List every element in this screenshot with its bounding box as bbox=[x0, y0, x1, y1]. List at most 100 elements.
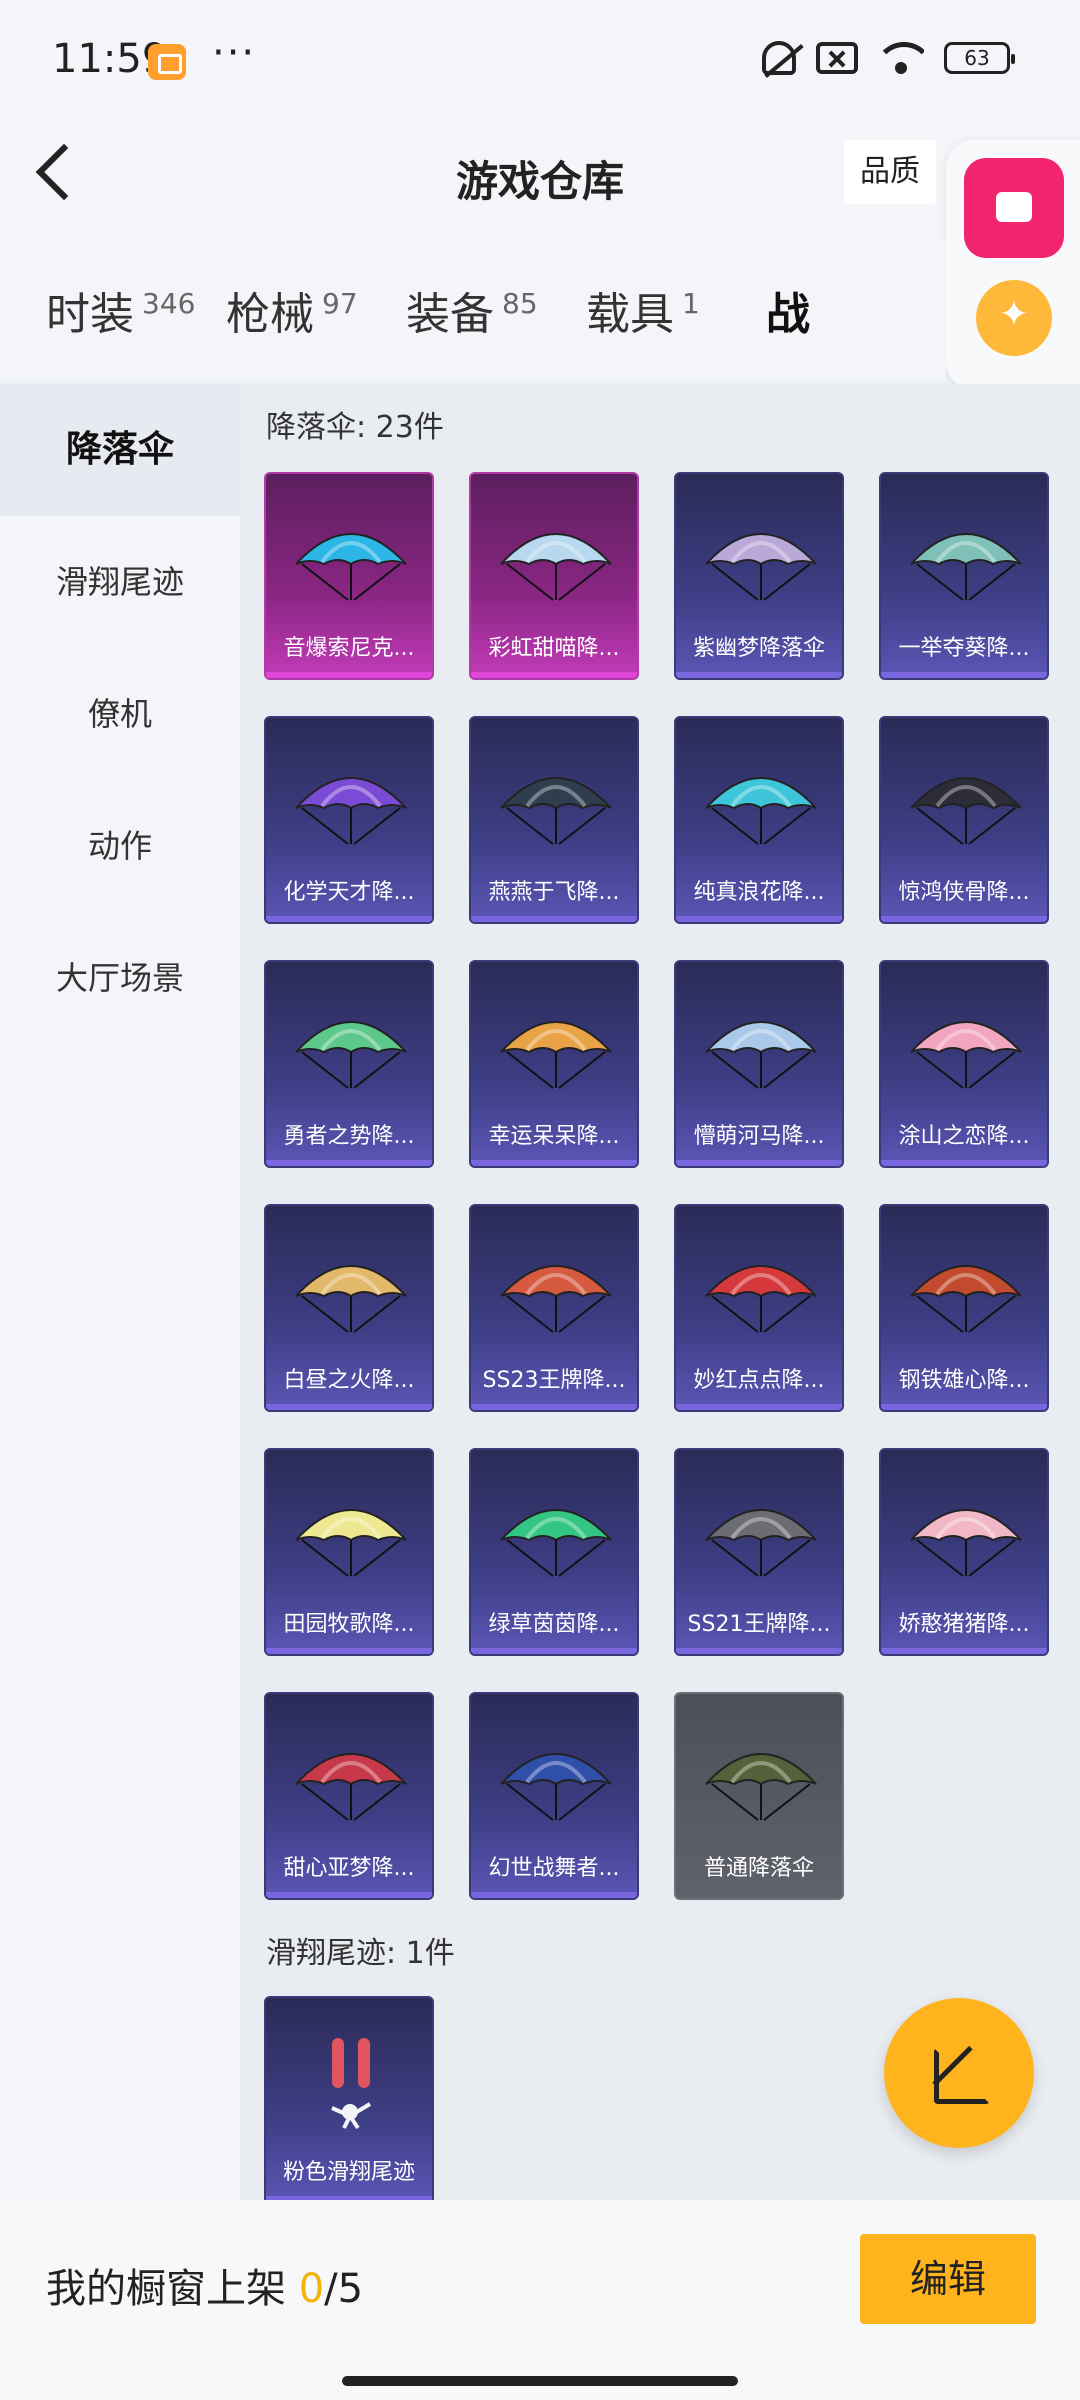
tab-1[interactable]: 枪械 97 bbox=[226, 278, 406, 342]
parachute-icon bbox=[907, 514, 1025, 606]
sidebar-item-1[interactable]: 滑翔尾迹 bbox=[0, 516, 240, 648]
rarity-stripe bbox=[676, 1404, 842, 1410]
pink-app-icon[interactable] bbox=[964, 158, 1064, 258]
wifi-icon bbox=[878, 40, 924, 76]
item-name: 彩虹甜喵降... bbox=[488, 636, 620, 661]
item-card[interactable]: 彩虹甜喵降... bbox=[469, 472, 639, 680]
tab-0[interactable]: 时装 346 bbox=[46, 278, 226, 342]
tab-count: 85 bbox=[502, 287, 538, 320]
status-bar: 11:59 ··· 63 bbox=[0, 0, 1080, 120]
sidebar-item-3[interactable]: 动作 bbox=[0, 780, 240, 912]
more-dots: ··· bbox=[212, 30, 257, 76]
item-name: 音爆索尼克... bbox=[283, 636, 415, 661]
sidebar-item-4[interactable]: 大厅场景 bbox=[0, 912, 240, 1044]
parachute-icon bbox=[292, 514, 410, 606]
tab-count: 1 bbox=[682, 287, 700, 320]
item-name: 惊鸿侠骨降... bbox=[898, 880, 1030, 905]
rarity-stripe bbox=[471, 1404, 637, 1410]
item-name: 甜心亚梦降... bbox=[283, 1856, 415, 1881]
tab-2[interactable]: 装备 85 bbox=[406, 278, 586, 342]
floating-widget: ✦ bbox=[946, 140, 1080, 390]
item-name: SS23王牌降... bbox=[482, 1368, 626, 1393]
rarity-stripe bbox=[266, 1404, 432, 1410]
bottom-bar: 我的橱窗上架 0/5 编辑 bbox=[0, 2200, 1080, 2400]
rarity-stripe bbox=[471, 1648, 637, 1654]
parachute-icon bbox=[497, 1002, 615, 1094]
item-card[interactable]: 绿草茵茵降... bbox=[469, 1448, 639, 1656]
item-name: 幻世战舞者... bbox=[488, 1856, 620, 1881]
parachute-icon bbox=[292, 1734, 410, 1826]
parachute-icon bbox=[292, 1002, 410, 1094]
rarity-stripe bbox=[881, 1404, 1047, 1410]
item-card[interactable]: 田园牧歌降... bbox=[264, 1448, 434, 1656]
tab-label: 时装 bbox=[46, 289, 134, 340]
tab-count: 97 bbox=[322, 287, 358, 320]
rarity-stripe bbox=[266, 672, 432, 678]
item-card[interactable]: 白昼之火降... bbox=[264, 1204, 434, 1412]
item-card[interactable]: 勇者之势降... bbox=[264, 960, 434, 1168]
parachute-icon bbox=[907, 1490, 1025, 1582]
parachute-icon bbox=[702, 1246, 820, 1338]
sidebar: 降落伞 滑翔尾迹 僚机 动作 大厅场景 bbox=[0, 384, 240, 2200]
item-card[interactable]: 甜心亚梦降... bbox=[264, 1692, 434, 1900]
item-name: 钢铁雄心降... bbox=[898, 1368, 1030, 1393]
sidebar-item-2[interactable]: 僚机 bbox=[0, 648, 240, 780]
item-name: 妙红点点降... bbox=[693, 1368, 825, 1393]
parachute-icon bbox=[497, 514, 615, 606]
item-card[interactable]: 钢铁雄心降... bbox=[879, 1204, 1049, 1412]
item-name: 绿草茵茵降... bbox=[488, 1612, 620, 1637]
home-indicator[interactable] bbox=[342, 2376, 738, 2386]
item-card[interactable]: 化学天才降... bbox=[264, 716, 434, 924]
item-name: 幸运呆呆降... bbox=[488, 1124, 620, 1149]
item-card[interactable]: 幸运呆呆降... bbox=[469, 960, 639, 1168]
item-name: 一举夺葵降... bbox=[898, 636, 1030, 661]
tab-count: 346 bbox=[142, 287, 196, 320]
item-card[interactable]: SS21王牌降... bbox=[674, 1448, 844, 1656]
accessibility-glyph: ✦ bbox=[998, 294, 1030, 335]
parachute-icon bbox=[292, 758, 410, 850]
rarity-stripe bbox=[471, 672, 637, 678]
item-name: 化学天才降... bbox=[283, 880, 415, 905]
rarity-stripe bbox=[881, 672, 1047, 678]
shelf-count: 0 bbox=[298, 2266, 325, 2312]
sidebar-item-0[interactable]: 降落伞 bbox=[0, 384, 240, 516]
item-card[interactable]: 紫幽梦降落伞 bbox=[674, 472, 844, 680]
edit-button[interactable]: 编辑 bbox=[860, 2234, 1036, 2324]
item-card[interactable]: 懵萌河马降... bbox=[674, 960, 844, 1168]
item-card[interactable]: 妙红点点降... bbox=[674, 1204, 844, 1412]
parachute-icon bbox=[907, 1246, 1025, 1338]
item-name: 白昼之火降... bbox=[283, 1368, 415, 1393]
tab-label: 战 bbox=[766, 289, 810, 340]
item-name: 纯真浪花降... bbox=[693, 880, 825, 905]
shelf-total: /5 bbox=[324, 2266, 364, 2312]
parachute-icon bbox=[702, 758, 820, 850]
item-card[interactable]: 燕燕于飞降... bbox=[469, 716, 639, 924]
share-external-icon[interactable] bbox=[884, 1998, 1034, 2148]
shelf-status: 我的橱窗上架 0/5 bbox=[46, 2256, 363, 2314]
parachute-icon bbox=[702, 514, 820, 606]
item-card[interactable]: 一举夺葵降... bbox=[879, 472, 1049, 680]
rarity-stripe bbox=[881, 916, 1047, 922]
tab-3[interactable]: 载具 1 bbox=[586, 278, 766, 342]
item-card[interactable]: 纯真浪花降... bbox=[674, 716, 844, 924]
accessibility-icon[interactable]: ✦ bbox=[976, 280, 1052, 356]
mute-bell-icon bbox=[762, 41, 796, 75]
item-card[interactable]: 音爆索尼克... bbox=[264, 472, 434, 680]
item-card[interactable]: 惊鸿侠骨降... bbox=[879, 716, 1049, 924]
item-card[interactable]: 幻世战舞者... bbox=[469, 1692, 639, 1900]
tab-4[interactable]: 战 bbox=[766, 278, 946, 342]
item-name: SS21王牌降... bbox=[687, 1612, 831, 1637]
item-name: 懵萌河马降... bbox=[693, 1124, 825, 1149]
item-card[interactable]: 粉色滑翔尾迹 bbox=[264, 1996, 434, 2200]
parachute-icon bbox=[702, 1002, 820, 1094]
parachute-icon bbox=[497, 1490, 615, 1582]
item-card[interactable]: 涂山之恋降... bbox=[879, 960, 1049, 1168]
item-card[interactable]: 娇憨猪猪降... bbox=[879, 1448, 1049, 1656]
quality-filter-button[interactable]: 品质 bbox=[844, 140, 936, 204]
item-card[interactable]: SS23王牌降... bbox=[469, 1204, 639, 1412]
item-card[interactable]: 普通降落伞 bbox=[674, 1692, 844, 1900]
parachute-icon bbox=[292, 1490, 410, 1582]
rarity-stripe bbox=[266, 1892, 432, 1898]
section-label-parachute: 降落伞: 23件 bbox=[266, 410, 444, 445]
tab-label: 装备 bbox=[406, 289, 494, 340]
